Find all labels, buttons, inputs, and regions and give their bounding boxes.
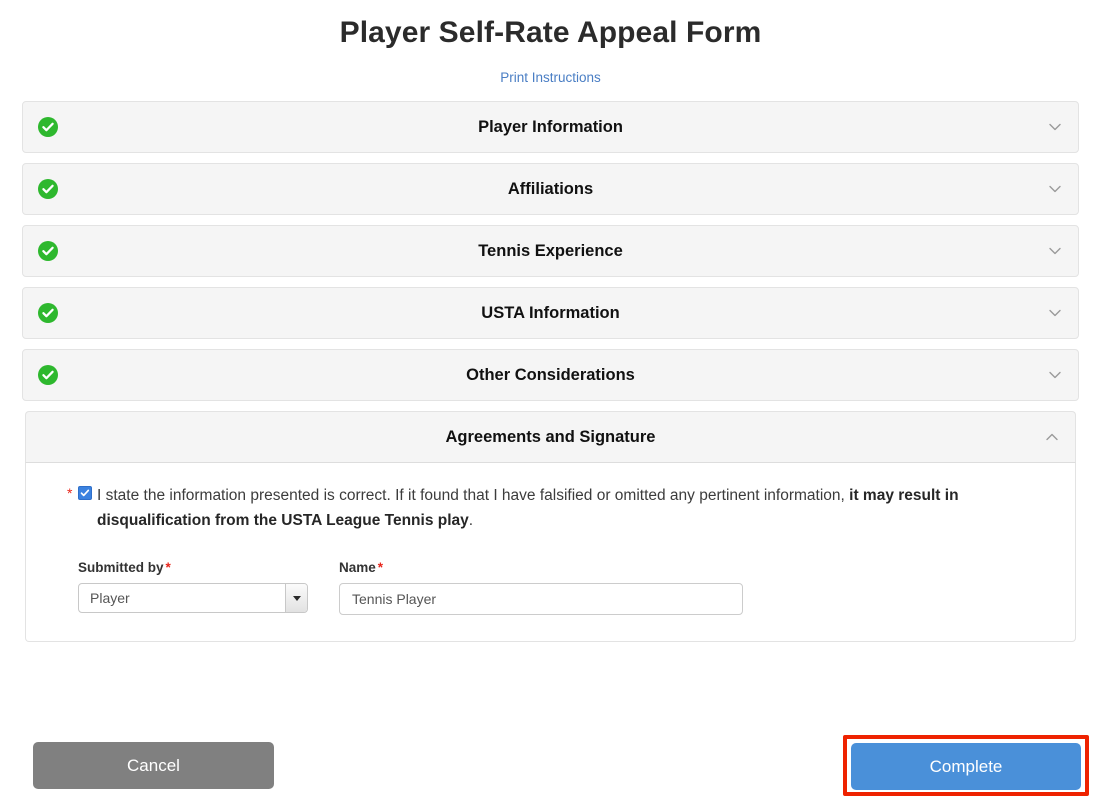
- chevron-up-icon[interactable]: [1045, 431, 1059, 443]
- agreement-checkbox[interactable]: [78, 486, 92, 500]
- form-sections-accordion: Player Information Affiliations: [22, 89, 1079, 642]
- agreement-text: I state the information presented is cor…: [97, 487, 959, 529]
- name-field: Name*: [339, 560, 743, 615]
- chevron-down-icon[interactable]: [1048, 121, 1062, 133]
- submitted-by-selected-value: Player: [90, 584, 130, 612]
- section-header-usta-information[interactable]: USTA Information: [22, 287, 1079, 339]
- section-title: Other Considerations: [23, 350, 1078, 400]
- submitted-by-select[interactable]: Player: [78, 583, 308, 613]
- required-asterisk: *: [166, 560, 171, 575]
- section-panel-affiliations: Affiliations: [22, 163, 1079, 215]
- agreement-text-period: .: [469, 512, 473, 529]
- form-footer: Cancel Complete: [0, 742, 1101, 799]
- section-header-other-considerations[interactable]: Other Considerations: [22, 349, 1079, 401]
- agreements-section-body: * I state the information presented is c…: [25, 463, 1076, 642]
- chevron-down-icon[interactable]: [1048, 369, 1062, 381]
- name-label-text: Name: [339, 560, 376, 575]
- section-panel-player-information: Player Information: [22, 101, 1079, 153]
- appeal-form-page: Player Self-Rate Appeal Form Print Instr…: [0, 0, 1101, 799]
- name-label: Name*: [339, 560, 743, 575]
- section-panel-other-considerations: Other Considerations: [22, 349, 1079, 401]
- section-panel-agreements-and-signature: Agreements and Signature * I state the i…: [25, 411, 1076, 642]
- submitted-by-field: Submitted by* Player: [78, 560, 310, 613]
- complete-button[interactable]: Complete: [851, 743, 1081, 790]
- name-input[interactable]: [339, 583, 743, 615]
- agreement-statement-row: * I state the information presented is c…: [50, 483, 1051, 533]
- chevron-down-icon[interactable]: [1048, 307, 1062, 319]
- triangle-down-icon: [293, 596, 301, 601]
- section-panel-usta-information: USTA Information: [22, 287, 1079, 339]
- print-instructions-link[interactable]: Print Instructions: [500, 70, 601, 85]
- section-title: Player Information: [23, 102, 1078, 152]
- section-title: USTA Information: [23, 288, 1078, 338]
- required-asterisk: *: [67, 485, 72, 501]
- section-title: Affiliations: [23, 164, 1078, 214]
- section-title: Tennis Experience: [23, 226, 1078, 276]
- agreement-text-normal: I state the information presented is cor…: [97, 487, 849, 504]
- required-asterisk: *: [378, 560, 383, 575]
- print-instructions-container: Print Instructions: [0, 69, 1101, 89]
- section-header-agreements-and-signature[interactable]: Agreements and Signature: [25, 411, 1076, 463]
- chevron-down-icon[interactable]: [1048, 183, 1062, 195]
- section-header-tennis-experience[interactable]: Tennis Experience: [22, 225, 1079, 277]
- section-header-player-information[interactable]: Player Information: [22, 101, 1079, 153]
- section-panel-tennis-experience: Tennis Experience: [22, 225, 1079, 277]
- submitted-by-label-text: Submitted by: [78, 560, 164, 575]
- cancel-button[interactable]: Cancel: [33, 742, 274, 789]
- submitted-by-label: Submitted by*: [78, 560, 310, 575]
- section-title: Agreements and Signature: [26, 412, 1075, 462]
- select-dropdown-button[interactable]: [285, 584, 307, 612]
- chevron-down-icon[interactable]: [1048, 245, 1062, 257]
- page-title: Player Self-Rate Appeal Form: [0, 0, 1101, 52]
- signature-fields-row: Submitted by* Player Name*: [50, 560, 1051, 615]
- section-header-affiliations[interactable]: Affiliations: [22, 163, 1079, 215]
